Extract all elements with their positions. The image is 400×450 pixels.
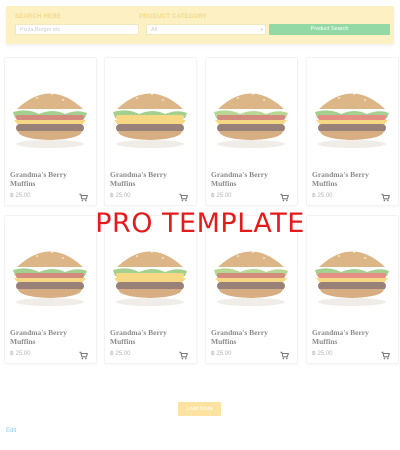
product-title[interactable]: Grandma's Berry Muffins <box>312 328 388 346</box>
category-select-value: All <box>151 27 158 33</box>
product-card[interactable]: Grandma's Berry Muffins ฿ 25.00 <box>205 57 298 206</box>
product-price: ฿ 25.00 <box>312 351 333 357</box>
product-title[interactable]: Grandma's Berry Muffins <box>10 170 86 188</box>
product-image[interactable] <box>309 242 395 308</box>
add-to-cart-icon[interactable] <box>179 189 188 202</box>
add-to-cart-icon[interactable] <box>381 347 390 360</box>
product-title[interactable]: Grandma's Berry Muffins <box>110 328 186 346</box>
add-to-cart-icon[interactable] <box>381 189 390 202</box>
add-to-cart-icon[interactable] <box>280 347 289 360</box>
product-image[interactable] <box>107 242 193 308</box>
product-image[interactable] <box>309 84 395 150</box>
search-label: SEARCH HERE <box>15 14 61 20</box>
product-card[interactable]: Grandma's Berry Muffins ฿ 25.00 <box>4 57 97 206</box>
product-card[interactable]: Grandma's Berry Muffins ฿ 25.00 <box>306 57 399 206</box>
add-to-cart-icon[interactable] <box>79 347 88 360</box>
load-more-button[interactable]: Load More <box>178 402 221 416</box>
watermark: PRO TEMPLATE <box>95 208 305 239</box>
product-title[interactable]: Grandma's Berry Muffins <box>110 170 186 188</box>
add-to-cart-icon[interactable] <box>79 189 88 202</box>
product-search-button[interactable]: Product Search <box>269 24 390 35</box>
product-price: ฿ 25.00 <box>211 351 232 357</box>
product-price: ฿ 25.00 <box>312 193 333 199</box>
product-price: ฿ 25.00 <box>211 193 232 199</box>
add-to-cart-icon[interactable] <box>280 189 289 202</box>
product-price: ฿ 25.00 <box>110 193 131 199</box>
product-title[interactable]: Grandma's Berry Muffins <box>211 170 287 188</box>
search-input[interactable]: Pizza,Burger etc <box>15 24 139 35</box>
product-title[interactable]: Grandma's Berry Muffins <box>211 328 287 346</box>
edit-link[interactable]: Edit <box>6 428 16 434</box>
product-image[interactable] <box>7 84 93 150</box>
product-title[interactable]: Grandma's Berry Muffins <box>312 170 388 188</box>
search-panel: SEARCH HERE PRODUCT CATEGORY Pizza,Burge… <box>6 6 394 44</box>
product-image[interactable] <box>208 84 294 150</box>
add-to-cart-icon[interactable] <box>179 347 188 360</box>
chevron-down-icon: ▾ <box>260 27 263 33</box>
product-card[interactable]: Grandma's Berry Muffins ฿ 25.00 <box>104 57 197 206</box>
product-image[interactable] <box>107 84 193 150</box>
product-image[interactable] <box>7 242 93 308</box>
category-label: PRODUCT CATEGORY <box>139 14 207 20</box>
product-price: ฿ 25.00 <box>110 351 131 357</box>
product-price: ฿ 25.00 <box>10 351 31 357</box>
product-title[interactable]: Grandma's Berry Muffins <box>10 328 86 346</box>
product-price: ฿ 25.00 <box>10 193 31 199</box>
category-select[interactable]: All ▾ <box>146 24 266 35</box>
product-image[interactable] <box>208 242 294 308</box>
